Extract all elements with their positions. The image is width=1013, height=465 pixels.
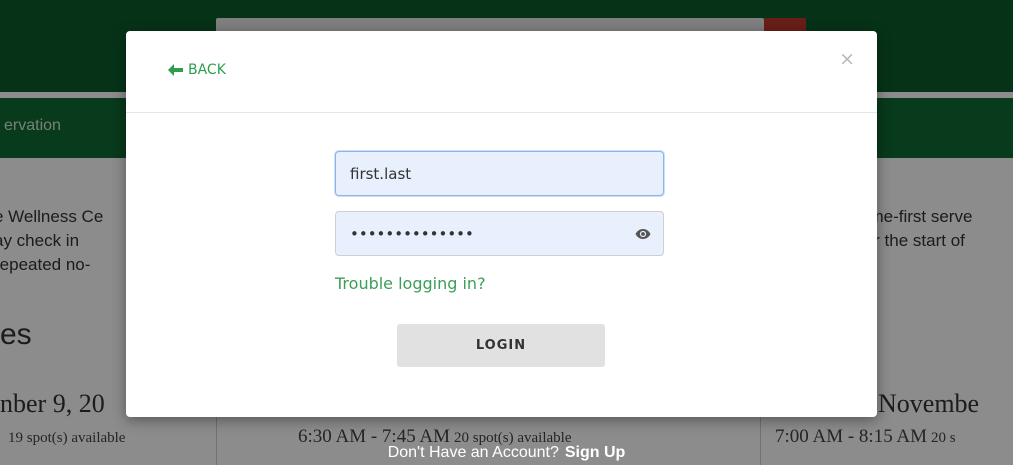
trouble-logging-in-link[interactable]: Trouble logging in? bbox=[335, 274, 486, 293]
password-input[interactable] bbox=[335, 211, 664, 256]
username-input[interactable] bbox=[335, 151, 664, 196]
login-modal: BACK × Trouble logging in? LOGIN bbox=[126, 31, 877, 417]
back-button[interactable]: BACK bbox=[168, 62, 226, 78]
signup-link[interactable]: Sign Up bbox=[565, 444, 625, 461]
login-button[interactable]: LOGIN bbox=[397, 324, 605, 367]
arrow-left-icon bbox=[168, 64, 183, 76]
close-button[interactable]: × bbox=[839, 49, 855, 69]
back-label: BACK bbox=[188, 62, 226, 78]
modal-header: BACK × bbox=[126, 31, 877, 113]
show-password-eye-icon[interactable] bbox=[635, 228, 651, 240]
signup-prompt-text: Don't Have an Account? bbox=[387, 444, 559, 461]
signup-prompt-line: Don't Have an Account? Sign Up bbox=[0, 444, 1013, 462]
